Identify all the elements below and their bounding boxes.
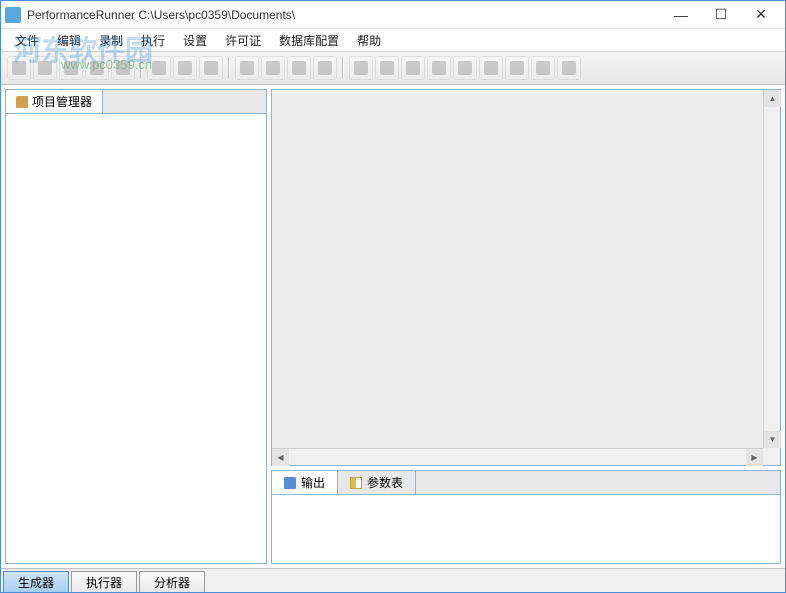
left-panel-tabs: 项目管理器 [6,90,266,114]
check-icon [240,61,254,75]
cut-icon [152,61,166,75]
toolbar-pin-button[interactable] [313,56,337,80]
arrow-icon [266,61,280,75]
toolbar-separator [140,57,142,79]
menu-run[interactable]: 执行 [133,30,173,51]
app-window: PerformanceRunner C:\Users\pc0359\Docume… [0,0,786,593]
scrollbar-corner [763,448,780,465]
tab-executor[interactable]: 执行器 [71,571,137,592]
toolbar-open-button[interactable] [33,56,57,80]
toolbar-arrow-button[interactable] [261,56,285,80]
output-panel: 输出 参数表 [271,470,781,564]
toolbar-text-button[interactable] [349,56,373,80]
toolbar-bracket2-button[interactable] [427,56,451,80]
project-icon [16,96,28,108]
output-body[interactable] [272,495,780,563]
bracket-icon [406,61,420,75]
grid-icon [510,61,524,75]
pin-icon [318,61,332,75]
window-title: PerformanceRunner C:\Users\pc0359\Docume… [27,8,661,22]
horizontal-scrollbar[interactable]: ◀ ▶ [272,448,763,465]
menu-settings[interactable]: 设置 [175,30,215,51]
paste-icon [204,61,218,75]
toolbar-save-button[interactable] [59,56,83,80]
bracket-icon [484,61,498,75]
toolbar-flag-button[interactable] [287,56,311,80]
toolbar-bracket5-button[interactable] [531,56,555,80]
toolbar-copy-button[interactable] [173,56,197,80]
toolbar-cut-button[interactable] [147,56,171,80]
output-icon [284,477,296,489]
close-button[interactable]: ✕ [741,2,781,28]
scroll-right-button[interactable]: ▶ [746,449,763,466]
toolbar-bracket4-button[interactable] [479,56,503,80]
bracket-icon [536,61,550,75]
toolbar-record-button[interactable] [85,56,109,80]
text-icon [354,61,368,75]
bracket-icon [562,61,576,75]
record-icon [90,61,104,75]
tab-params[interactable]: 参数表 [338,471,416,494]
toolbar-paste-button[interactable] [199,56,223,80]
right-panel: ▲ ▼ ◀ ▶ 输出 参数表 [271,89,781,564]
bottom-tabs: 输出 参数表 [272,471,780,495]
minimize-button[interactable]: — [661,2,701,28]
tab-output[interactable]: 输出 [272,471,338,494]
tab-generator[interactable]: 生成器 [3,571,69,592]
menu-help[interactable]: 帮助 [349,30,389,51]
vertical-scrollbar[interactable]: ▲ ▼ [763,90,780,448]
save-icon [64,61,78,75]
menu-edit[interactable]: 编辑 [49,30,89,51]
scroll-up-button[interactable]: ▲ [764,90,781,107]
toolbar-separator [342,57,344,79]
toolbar-delete-button[interactable] [111,56,135,80]
copy-icon [178,61,192,75]
toolbar-check-button[interactable] [235,56,259,80]
tab-label: 输出 [301,474,325,491]
project-explorer-panel: 项目管理器 [5,89,267,564]
flag-icon [292,61,306,75]
menu-license[interactable]: 许可证 [217,30,269,51]
menubar: 文件 编辑 录制 执行 设置 许可证 数据库配置 帮助 [1,29,785,51]
toolbar-grid-button[interactable] [505,56,529,80]
tab-project-explorer[interactable]: 项目管理器 [6,90,103,113]
window-controls: — ☐ ✕ [661,2,781,28]
toolbar-bracket1-button[interactable] [401,56,425,80]
project-tree[interactable] [6,114,266,563]
bracket-icon [458,61,472,75]
toolbar [1,51,785,85]
menu-file[interactable]: 文件 [7,30,47,51]
menu-record[interactable]: 录制 [91,30,131,51]
app-icon [5,7,21,23]
toolbar-new-button[interactable] [7,56,31,80]
table-icon [350,477,362,489]
menu-database[interactable]: 数据库配置 [271,30,347,51]
toolbar-separator [228,57,230,79]
tab-label: 参数表 [367,474,403,491]
scroll-left-button[interactable]: ◀ [272,449,289,466]
titlebar[interactable]: PerformanceRunner C:\Users\pc0359\Docume… [1,1,785,29]
statusbar: 生成器 执行器 分析器 [1,568,785,592]
tab-analyzer[interactable]: 分析器 [139,571,205,592]
tab-label: 项目管理器 [32,93,92,110]
main-area: 项目管理器 ▲ ▼ ◀ ▶ [1,85,785,568]
scroll-down-button[interactable]: ▼ [764,431,781,448]
maximize-button[interactable]: ☐ [701,2,741,28]
inc-icon [380,61,394,75]
toolbar-inc-button[interactable] [375,56,399,80]
tab-filler [103,90,266,113]
bracket-icon [432,61,446,75]
new-icon [12,61,26,75]
open-icon [38,61,52,75]
toolbar-bracket3-button[interactable] [453,56,477,80]
toolbar-bracket6-button[interactable] [557,56,581,80]
editor-area[interactable]: ▲ ▼ ◀ ▶ [271,89,781,466]
delete-icon [116,61,130,75]
